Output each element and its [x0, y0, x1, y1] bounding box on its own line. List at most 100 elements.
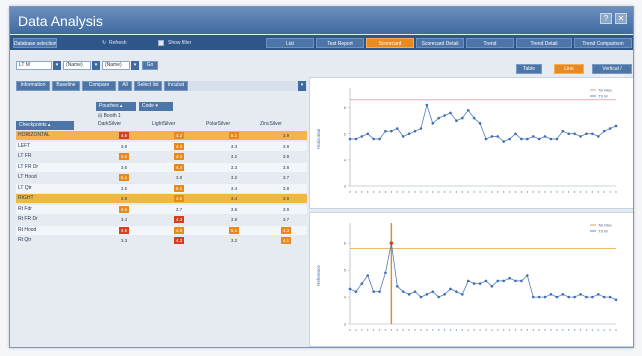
- score-cell[interactable]: 3.3: [229, 164, 239, 171]
- score-cell[interactable]: 3.9: [281, 206, 291, 213]
- table-row[interactable]: Rt Qtr 3.3 4.3 3.2 4.1: [16, 236, 307, 245]
- tab-trend[interactable]: Trend: [466, 38, 514, 48]
- table-row[interactable]: LT FR Dr 3.6 4.4 3.3 3.8: [16, 162, 307, 172]
- score-cell[interactable]: 3.5: [119, 185, 129, 192]
- table-row[interactable]: Rt Hood 4.5 4.9 5.1 4.3: [16, 225, 307, 235]
- show-filter-checkbox[interactable]: [158, 40, 164, 46]
- incubat-button[interactable]: Incubat: [164, 81, 188, 91]
- x-tick-marker: [538, 191, 540, 193]
- tab-scorecard-detail[interactable]: Scorecard Detail: [416, 38, 464, 48]
- chevron-down-icon[interactable]: ▾: [53, 61, 61, 70]
- data-point: [443, 293, 446, 296]
- score-cell[interactable]: 3.2: [229, 153, 239, 160]
- score-cell[interactable]: 3.9: [281, 153, 291, 160]
- line-tab[interactable]: Line: [554, 64, 584, 74]
- score-cell[interactable]: 5.1: [229, 132, 239, 139]
- close-icon[interactable]: ✕: [615, 13, 627, 24]
- nav-toolbar: Database selection ↻ Refresh Show filter…: [10, 35, 633, 50]
- score-cell[interactable]: 3.8: [174, 174, 184, 181]
- compare-button[interactable]: Compare: [82, 81, 116, 91]
- score-cell[interactable]: 3.7: [281, 174, 291, 181]
- name-select-1[interactable]: (Name): [63, 61, 91, 70]
- score-cell[interactable]: 3.6: [229, 206, 239, 213]
- score-cell[interactable]: 3.3: [229, 143, 239, 150]
- tab-test-report[interactable]: Test Report: [316, 38, 364, 48]
- score-cell[interactable]: 3.3: [119, 237, 129, 244]
- database-selection-button[interactable]: Database selection: [13, 38, 57, 48]
- table-tab[interactable]: Table: [516, 64, 542, 74]
- score-cell[interactable]: 4.5: [119, 205, 129, 213]
- codes-pill[interactable]: Code ▾: [139, 102, 173, 111]
- tab-list[interactable]: List: [266, 38, 314, 48]
- score-cell[interactable]: 3.4: [229, 195, 239, 202]
- row-label: HORIZONTAL: [18, 132, 50, 138]
- data-point: [395, 127, 399, 130]
- model-select[interactable]: LT M: [16, 61, 52, 70]
- score-cell[interactable]: 3.6: [119, 164, 129, 171]
- score-cell[interactable]: 3.2: [229, 174, 239, 181]
- baseline-button[interactable]: Baseline: [52, 81, 80, 91]
- score-cell[interactable]: 3.8: [281, 185, 291, 192]
- score-cell[interactable]: 4.3: [174, 142, 184, 150]
- x-tick-marker: [579, 329, 582, 331]
- x-tick-marker: [467, 329, 469, 331]
- score-cell[interactable]: 3.9: [229, 216, 239, 223]
- table-row[interactable]: LT FR 4.2 4.2 3.2 3.9: [16, 152, 307, 161]
- score-cell[interactable]: 3.4: [119, 216, 129, 223]
- table-row[interactable]: Rt FR Dr 3.4 4.3 3.9 3.7: [16, 215, 307, 224]
- collapse-icon[interactable]: ▾: [298, 81, 306, 91]
- table-row[interactable]: HORIZONTAL 4.6 4.2 5.1 3.9: [16, 131, 307, 140]
- score-cell[interactable]: 3.8: [119, 195, 129, 202]
- score-cell[interactable]: 5.1: [174, 184, 184, 192]
- score-cell[interactable]: 4.5: [174, 195, 184, 202]
- score-cell[interactable]: 3.2: [229, 237, 239, 244]
- score-cell[interactable]: 4.6: [119, 132, 129, 139]
- score-cell[interactable]: 3.8: [281, 143, 291, 150]
- data-point: [437, 116, 440, 120]
- checkpoints-header[interactable]: Checkpoints ▴: [16, 121, 74, 130]
- x-tick-marker: [609, 329, 611, 331]
- all-button[interactable]: All: [118, 81, 132, 91]
- score-cell[interactable]: 3.4: [229, 185, 239, 192]
- score-cell[interactable]: 4.2: [174, 153, 184, 160]
- table-row[interactable]: LEFT 3.8 4.3 3.3 3.8: [16, 141, 307, 151]
- score-cell[interactable]: 4.2: [119, 153, 129, 160]
- vertical-landscape-tab[interactable]: Vertical / Landscape: [592, 64, 632, 80]
- tab-trend-detail[interactable]: Trend Detail: [516, 38, 572, 48]
- score-cell[interactable]: 5.1: [119, 174, 129, 181]
- score-cell[interactable]: 3.8: [281, 164, 291, 171]
- chevron-down-icon[interactable]: ▾: [131, 61, 139, 70]
- data-point: [520, 279, 523, 283]
- tab-scorecard[interactable]: Scorecard: [366, 38, 414, 48]
- table-row[interactable]: Rt Fdr 4.5 3.7 3.6 3.9: [16, 204, 307, 214]
- score-cell[interactable]: 4.5: [119, 226, 129, 234]
- score-cell[interactable]: 4.3: [174, 216, 184, 223]
- refresh-icon[interactable]: ↻: [102, 38, 106, 48]
- select-list-button[interactable]: Select list: [134, 81, 162, 91]
- tab-trend-comparison[interactable]: Trend Comparison: [574, 38, 632, 48]
- score-cell[interactable]: 4.3: [281, 226, 291, 234]
- name-select-2[interactable]: (Name): [102, 61, 130, 70]
- refresh-button[interactable]: Refresh: [109, 38, 127, 48]
- score-cell[interactable]: 5.1: [229, 226, 239, 234]
- score-cell[interactable]: 3.7: [174, 206, 184, 213]
- columns-pill[interactable]: Pouches ▴: [96, 102, 136, 111]
- x-tick-marker: [473, 329, 475, 331]
- score-cell[interactable]: 3.8: [119, 143, 129, 150]
- go-button[interactable]: Go: [142, 61, 158, 70]
- table-row[interactable]: LT Hood 5.1 3.8 3.2 3.7: [16, 173, 307, 182]
- score-cell[interactable]: 4.9: [174, 226, 184, 234]
- help-icon[interactable]: ?: [600, 13, 612, 24]
- table-row[interactable]: RIGHT 3.8 4.5 3.4 3.9: [16, 194, 307, 203]
- score-cell[interactable]: 4.2: [174, 132, 184, 139]
- score-cell[interactable]: 3.9: [281, 195, 291, 202]
- table-row[interactable]: LT Qtr 3.5 5.1 3.4 3.8: [16, 183, 307, 193]
- score-cell[interactable]: 3.9: [281, 132, 291, 139]
- score-cell[interactable]: 3.7: [281, 216, 291, 223]
- chevron-down-icon[interactable]: ▾: [92, 61, 100, 70]
- x-tick-marker: [568, 191, 570, 193]
- score-cell[interactable]: 4.1: [281, 237, 291, 244]
- score-cell[interactable]: 4.3: [174, 237, 184, 244]
- score-cell[interactable]: 4.4: [174, 163, 184, 171]
- information-button[interactable]: Information: [16, 81, 50, 91]
